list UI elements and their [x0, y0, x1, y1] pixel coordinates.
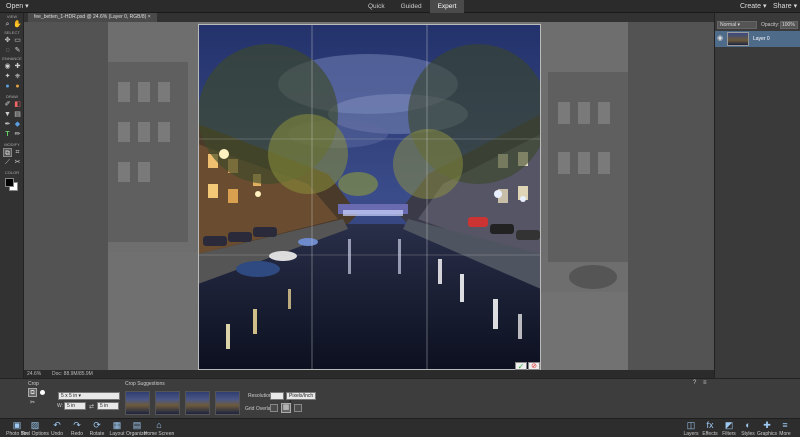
section-label-view: VIEW — [6, 14, 18, 19]
canvas-area[interactable]: ✓ ⊘ — [24, 22, 714, 370]
straighten-tool-icon[interactable]: ⟋ — [3, 158, 12, 167]
share-button[interactable]: Share ▾ — [773, 2, 797, 10]
canal-photo — [198, 24, 541, 370]
zoom-readout: 24.6% — [27, 371, 42, 377]
document-tab[interactable]: fee_betten_1-HDR.psd @ 24.6% (Layer 0, R… — [28, 13, 157, 22]
section-label-color: COLOR — [4, 170, 20, 175]
doc-size-readout: Doc: 88.9M/85.9M — [52, 371, 93, 377]
grid-overlay-none-option[interactable] — [270, 404, 278, 412]
layers-panel: Normal ▾ Opacity: 100% ◉ Layer 0 — [714, 13, 800, 378]
resolution-unit-value: Pixels/Inch — [289, 393, 314, 399]
blend-mode-select[interactable]: Normal ▾ — [717, 21, 757, 29]
cancel-crop-icon[interactable]: ⊘ — [528, 362, 540, 370]
pencil-tool-icon[interactable]: ✏ — [13, 130, 22, 139]
mode-tab-guided[interactable]: Guided — [393, 0, 430, 13]
more-button[interactable]: ≡ More — [770, 420, 800, 437]
opacity-input[interactable]: 100% — [780, 21, 798, 29]
tool-options-panel: Crop ⧉ ✂ 5 x 5 in ▾ W: 5 in ⇄ 5 in Crop … — [0, 378, 800, 418]
panel-menu-icon[interactable]: ≡ — [703, 380, 707, 386]
eye-tool-icon[interactable]: ◉ — [3, 62, 12, 71]
marquee-tool-icon[interactable]: ▭ — [13, 36, 22, 45]
mode-tab-quick[interactable]: Quick — [360, 0, 393, 13]
zoom-tool-icon[interactable]: ⌕ — [3, 20, 12, 29]
grid-overlay-thirds-option[interactable]: ▦ — [281, 403, 291, 413]
home-screen-button[interactable]: ⌂ Home Screen — [142, 420, 176, 437]
cookie-cutter-icon[interactable]: ✂ — [13, 158, 22, 167]
crop-suggestion-thumb[interactable] — [215, 391, 240, 415]
smart-brush-icon[interactable]: ✦ — [3, 72, 12, 81]
type-tool-icon[interactable]: T — [3, 130, 12, 139]
aspect-preset-select[interactable]: 5 x 5 in ▾ — [58, 392, 120, 400]
shape-tool-icon[interactable]: ◆ — [13, 120, 22, 129]
hand-tool-icon[interactable]: ✋ — [13, 20, 22, 29]
section-label-draw: DRAW — [5, 94, 19, 99]
help-icon[interactable]: ? — [693, 380, 696, 386]
eraser-tool-icon[interactable]: ◧ — [13, 100, 22, 109]
opacity-label: Opacity: — [761, 22, 780, 28]
cookie-mode-radio[interactable] — [40, 390, 45, 395]
crop-suggestion-thumb[interactable] — [125, 391, 150, 415]
crop-region-photo[interactable] — [198, 24, 541, 370]
create-button[interactable]: Create ▾ — [740, 2, 766, 10]
crop-tool-icon[interactable]: ⧉ — [3, 148, 12, 157]
home-screen-icon: ⌂ — [156, 420, 162, 430]
mode-tab-expert[interactable]: Expert — [429, 0, 465, 13]
width-label: W: — [57, 403, 64, 409]
home-screen-label: Home Screen — [143, 431, 175, 437]
toolbox-panel: VIEW ⌕ ✋ SELECT ✥ ▭ ◌ ✎ ENHANCE ◉ ✚ ✦ ⎈ … — [0, 13, 24, 380]
blend-mode-value: Normal — [720, 22, 737, 28]
quick-selection-icon[interactable]: ✎ — [13, 46, 22, 55]
move-tool-icon[interactable]: ✥ — [3, 36, 12, 45]
resolution-input[interactable] — [270, 392, 284, 400]
resolution-unit-select[interactable]: Pixels/Inch ▾ — [286, 392, 316, 405]
layer-visibility-eye-icon[interactable]: ◉ — [717, 34, 723, 42]
crop-mode-icon[interactable]: ⧉ — [28, 388, 37, 397]
document-tab-title: fee_betten_1-HDR.psd @ 24.6% (Layer 0, R… — [34, 14, 147, 20]
clone-stamp-icon[interactable]: ⎈ — [13, 72, 22, 81]
layer-thumbnail — [727, 32, 749, 46]
document-tab-bar: fee_betten_1-HDR.psd @ 24.6% (Layer 0, R… — [24, 13, 714, 22]
more-label: More — [779, 431, 791, 437]
color-picker-icon[interactable]: ✒ — [3, 120, 12, 129]
swap-dimensions-icon[interactable]: ⇄ — [89, 403, 94, 410]
aspect-preset-value: 5 x 5 in — [61, 393, 78, 399]
layer-name: Layer 0 — [753, 36, 770, 42]
section-label-select: SELECT — [4, 30, 20, 35]
crop-suggestion-thumb[interactable] — [185, 391, 210, 415]
bottom-task-bar: ▣ Photo Bin ▨ Tool Options ↶ Undo ↷ Redo ⟳ Ro… — [0, 418, 800, 437]
top-menu-bar: Open ▾ Quick Guided Expert Create ▾ Shar… — [0, 0, 800, 13]
spot-healing-icon[interactable]: ✚ — [13, 62, 22, 71]
lasso-tool-icon[interactable]: ◌ — [3, 46, 12, 55]
tool-options-title: Crop — [28, 381, 39, 387]
blur-tool-icon[interactable]: ● — [3, 82, 12, 91]
crop-suggestion-thumb[interactable] — [155, 391, 180, 415]
brush-tool-icon[interactable]: ✐ — [3, 100, 12, 109]
crop-suggestions-label: Crop Suggestions — [125, 381, 165, 387]
open-label: Open — [6, 3, 24, 10]
commit-crop-check-icon[interactable]: ✓ — [515, 362, 527, 370]
width-input[interactable]: 5 in — [64, 402, 86, 410]
section-label-enhance: ENHANCE — [2, 56, 22, 61]
sponge-tool-icon[interactable]: ● — [13, 82, 22, 91]
status-bar: 24.6% Doc: 88.9M/85.9M — [24, 370, 714, 378]
share-label: Share — [773, 3, 792, 10]
open-menu-button[interactable]: Open ▾ — [6, 2, 29, 10]
mode-switcher: Quick Guided Expert — [360, 0, 465, 13]
section-label-modify: MODIFY — [4, 142, 20, 147]
more-icon: ≡ — [782, 420, 788, 430]
gradient-tool-icon[interactable]: ▤ — [13, 110, 22, 119]
layer-row[interactable]: ◉ Layer 0 — [715, 31, 800, 47]
perspective-crop-icon[interactable]: ✂ — [28, 399, 37, 408]
foreground-color-swatch[interactable] — [5, 178, 14, 187]
recompose-tool-icon[interactable]: ⌗ — [13, 148, 22, 157]
paint-bucket-icon[interactable]: ▼ — [3, 110, 12, 119]
grid-overlay-grid-option[interactable] — [294, 404, 302, 412]
height-input[interactable]: 5 in — [97, 402, 119, 410]
create-label: Create — [740, 3, 762, 10]
